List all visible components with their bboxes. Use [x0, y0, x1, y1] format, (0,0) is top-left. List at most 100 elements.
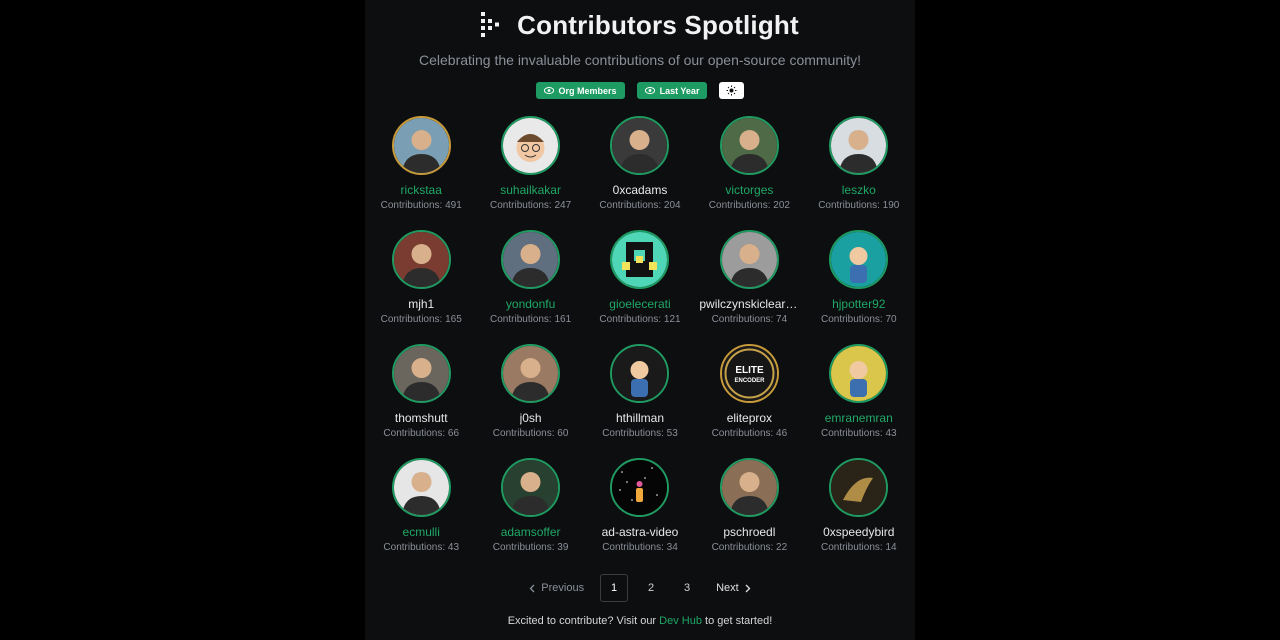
page-subtitle: Celebrating the invaluable contributions…	[418, 52, 862, 68]
contributor-card[interactable]: pschroedl Contributions: 22	[695, 458, 804, 556]
contributor-name[interactable]: victorges	[725, 183, 773, 197]
previous-page-button[interactable]: Previous	[523, 575, 590, 601]
avatar[interactable]	[829, 344, 889, 403]
contributor-name[interactable]: j0sh	[520, 411, 542, 425]
avatar[interactable]	[501, 344, 561, 403]
contributor-name[interactable]: yondonfu	[506, 297, 555, 311]
eye-icon	[543, 87, 554, 94]
contribution-count: Contributions: 14	[820, 542, 897, 553]
contributor-name[interactable]: leszko	[842, 183, 876, 197]
contributor-card[interactable]: gioelecerati Contributions: 121	[585, 230, 694, 328]
avatar[interactable]	[610, 458, 670, 517]
avatar[interactable]	[391, 458, 451, 517]
contributor-name[interactable]: mjh1	[408, 297, 434, 311]
contributor-card[interactable]: j0sh Contributions: 60	[476, 344, 585, 442]
contribution-count: Contributions: 247	[490, 200, 572, 211]
page-1-button[interactable]: 1	[600, 574, 629, 602]
avatar[interactable]	[610, 116, 670, 175]
contributor-card[interactable]: rickstaa Contributions: 491	[367, 116, 476, 214]
page-2-button[interactable]: 2	[638, 575, 664, 601]
contribution-count: Contributions: 165	[380, 314, 462, 325]
contributor-card[interactable]: hthillman Contributions: 53	[585, 344, 694, 442]
dev-hub-link[interactable]: Dev Hub	[659, 615, 702, 627]
contributor-card[interactable]: victorges Contributions: 202	[695, 116, 804, 214]
contributor-card[interactable]: hjpotter92 Contributions: 70	[804, 230, 913, 328]
avatar[interactable]	[829, 230, 889, 289]
theme-toggle-button[interactable]	[719, 82, 745, 99]
contribution-count: Contributions: 34	[602, 542, 678, 553]
contributor-card[interactable]: mjh1 Contributions: 165	[367, 230, 476, 328]
contributor-card[interactable]: yondonfu Contributions: 161	[476, 230, 585, 328]
last-year-filter[interactable]: Last Year	[636, 82, 708, 99]
contributor-card[interactable]: pwilczynskiclearcode Contributions: 74	[695, 230, 804, 328]
contributor-card[interactable]: 0xcadams Contributions: 204	[585, 116, 694, 214]
contributor-name[interactable]: emranemran	[825, 411, 893, 425]
contribution-count: Contributions: 43	[820, 428, 897, 439]
contribution-count: Contributions: 190	[818, 200, 900, 211]
contributor-name[interactable]: pschroedl	[723, 525, 775, 539]
contributor-card[interactable]: suhailkakar Contributions: 247	[476, 116, 585, 214]
avatar[interactable]: ELITE ENCODER	[719, 344, 779, 403]
contributors-panel: Contributors Spotlight Celebrating the i…	[365, 0, 915, 640]
contributor-name[interactable]: hjpotter92	[832, 297, 885, 311]
svg-text:ENCODER: ENCODER	[734, 378, 765, 384]
contributor-card[interactable]: 0xspeedybird Contributions: 14	[804, 458, 913, 556]
contributor-name[interactable]: 0xcadams	[613, 183, 668, 197]
contributor-name[interactable]: hthillman	[616, 411, 664, 425]
avatar[interactable]	[501, 116, 561, 175]
footer-text-after: to get started!	[701, 615, 773, 627]
chevron-left-icon	[529, 584, 535, 592]
contributor-name[interactable]: suhailkakar	[500, 183, 561, 197]
contributor-name[interactable]: 0xspeedybird	[823, 525, 894, 539]
contributor-name[interactable]: rickstaa	[401, 183, 442, 197]
org-members-filter[interactable]: Org Members	[535, 82, 625, 99]
contributor-card[interactable]: adamsoffer Contributions: 39	[476, 458, 585, 556]
svg-text:ELITE: ELITE	[735, 365, 764, 376]
next-page-button[interactable]: Next	[710, 575, 757, 601]
last-year-label: Last Year	[659, 85, 700, 96]
contributors-grid: rickstaa Contributions: 491 suhailkakar Con…	[365, 116, 915, 556]
avatar[interactable]	[501, 458, 561, 517]
contributor-name[interactable]: ad-astra-video	[602, 525, 679, 539]
avatar[interactable]	[391, 344, 451, 403]
page-3-button[interactable]: 3	[674, 575, 700, 601]
contributor-name[interactable]: gioelecerati	[609, 297, 670, 311]
contributor-card[interactable]: ad-astra-video Contributions: 34	[585, 458, 694, 556]
avatar[interactable]	[391, 230, 451, 289]
contributor-card[interactable]: ELITE ENCODER eliteprox Contributions: 46	[695, 344, 804, 442]
contribution-count: Contributions: 22	[711, 542, 788, 553]
contributor-name[interactable]: thomshutt	[395, 411, 448, 425]
previous-label: Previous	[541, 582, 585, 594]
footer: Excited to contribute? Visit our Dev Hub…	[365, 615, 915, 627]
next-label: Next	[716, 582, 739, 594]
avatar[interactable]	[719, 116, 779, 175]
avatar[interactable]	[501, 230, 561, 289]
contribution-count: Contributions: 66	[383, 428, 460, 439]
logo-icon	[481, 12, 500, 37]
avatar[interactable]	[391, 116, 451, 175]
avatar[interactable]	[610, 230, 670, 289]
header: Contributors Spotlight	[365, 6, 915, 44]
avatar[interactable]	[829, 458, 889, 517]
contribution-count: Contributions: 161	[490, 314, 572, 325]
contributor-card[interactable]: ecmulli Contributions: 43	[367, 458, 476, 556]
eye-icon	[644, 87, 655, 94]
contributor-name[interactable]: pwilczynskiclearcode	[699, 297, 799, 311]
contributor-card[interactable]: leszko Contributions: 190	[804, 116, 913, 214]
org-members-label: Org Members	[558, 85, 617, 96]
page-title: Contributors Spotlight	[517, 9, 799, 40]
chevron-right-icon	[745, 584, 751, 592]
contributor-name[interactable]: adamsoffer	[501, 525, 561, 539]
contributor-card[interactable]: emranemran Contributions: 43	[804, 344, 913, 442]
contributor-card[interactable]: thomshutt Contributions: 66	[367, 344, 476, 442]
contributor-name[interactable]: ecmulli	[403, 525, 440, 539]
contribution-count: Contributions: 204	[599, 200, 681, 211]
avatar[interactable]	[719, 230, 779, 289]
contribution-count: Contributions: 202	[708, 200, 790, 211]
avatar[interactable]	[610, 344, 670, 403]
contributor-name[interactable]: eliteprox	[727, 411, 772, 425]
contribution-count: Contributions: 60	[492, 428, 569, 439]
avatar[interactable]	[829, 116, 889, 175]
pagination: Previous 1 2 3 Next	[365, 574, 915, 602]
avatar[interactable]	[719, 458, 779, 517]
